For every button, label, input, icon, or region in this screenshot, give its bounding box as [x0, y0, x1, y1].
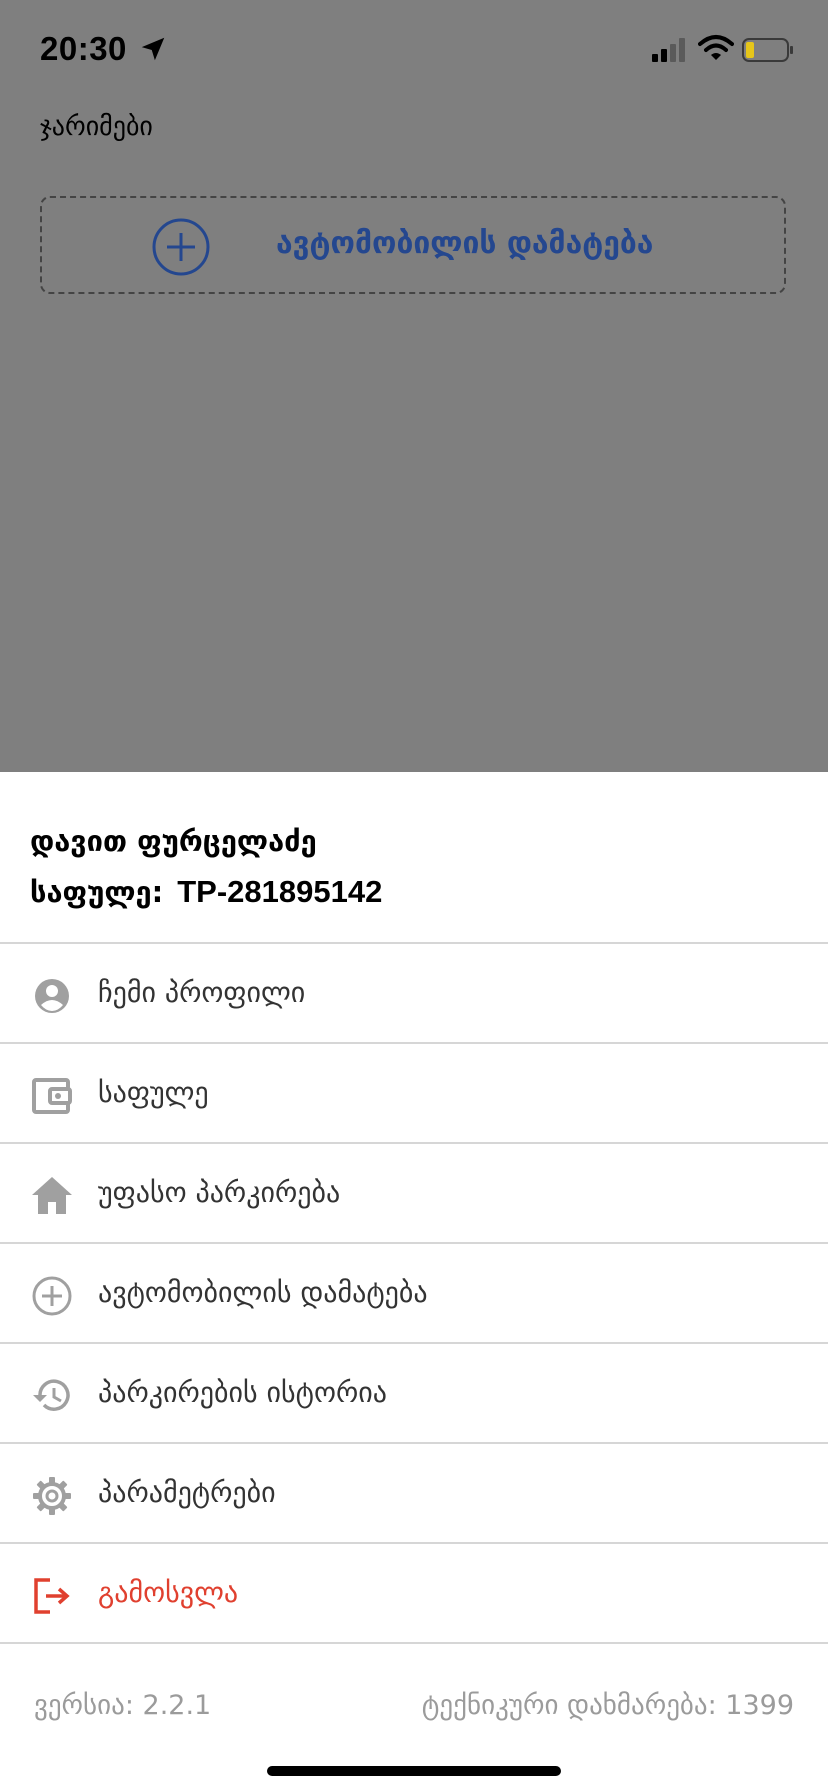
menu-item-label: ავტომობილის დამატება: [98, 1276, 428, 1309]
menu-item-parking-history[interactable]: პარკირების ისტორია: [0, 1342, 828, 1442]
add-car-label: ავტომობილის დამატება: [276, 226, 654, 261]
wallet-label: საფულე:: [30, 875, 164, 909]
profile-icon: [35, 979, 69, 1013]
menu-item-logout[interactable]: გამოსვლა: [0, 1542, 828, 1642]
menu-item-label: გამოსვლა: [98, 1576, 239, 1609]
app-version: ვერსია: 2.2.1: [34, 1690, 212, 1721]
support-number[interactable]: ტექნიკური დახმარება: 1399: [422, 1690, 794, 1721]
menu-item-label: პარამეტრები: [98, 1476, 276, 1509]
home-indicator[interactable]: [267, 1766, 561, 1776]
background-screen: 20:30 ჯარიმები ავტომობილის დამატება: [0, 0, 828, 772]
menu-item-label: უფასო პარკირება: [98, 1176, 341, 1209]
gear-icon: [33, 1477, 71, 1515]
divider: [0, 1642, 828, 1644]
cellular-signal-icon: [652, 38, 685, 62]
add-car-card[interactable]: ავტომობილის დამატება: [40, 196, 786, 294]
drawer-sheet: დავით ფურცელაძე საფულე: TP-281895142 ჩემი…: [0, 772, 828, 1792]
menu-item-free-parking[interactable]: უფასო პარკირება: [0, 1142, 828, 1242]
menu-item-label: საფულე: [98, 1076, 209, 1109]
menu-item-settings[interactable]: პარამეტრები: [0, 1442, 828, 1542]
plus-circle-icon: [32, 1276, 72, 1316]
menu-item-label: ჩემი პროფილი: [98, 976, 306, 1009]
drawer-menu: ჩემი პროფილი საფულე უფასო პარკირება ავტო…: [0, 942, 828, 1644]
status-time: 20:30: [40, 30, 127, 67]
history-icon: [33, 1379, 70, 1411]
wifi-icon: [698, 35, 734, 60]
user-name: დავით ფურცელაძე: [30, 824, 317, 858]
page-title: ჯარიმები: [40, 112, 153, 142]
status-bar: 20:30: [0, 0, 828, 100]
drawer-footer: ვერსია: 2.2.1 ტექნიკური დახმარება: 1399: [0, 1690, 828, 1730]
plus-circle-icon: [152, 218, 210, 276]
wallet-icon: [32, 1078, 72, 1114]
logout-icon: [34, 1578, 70, 1614]
menu-item-add-car[interactable]: ავტომობილის დამატება: [0, 1242, 828, 1342]
location-arrow-icon: [141, 37, 165, 61]
menu-item-label: პარკირების ისტორია: [98, 1376, 387, 1409]
menu-item-wallet[interactable]: საფულე: [0, 1042, 828, 1142]
battery-icon: [742, 38, 793, 62]
wallet-info: საფულე: TP-281895142: [30, 874, 382, 910]
menu-item-my-profile[interactable]: ჩემი პროფილი: [0, 942, 828, 1042]
wallet-id: TP-281895142: [177, 874, 383, 909]
home-icon: [32, 1177, 72, 1214]
